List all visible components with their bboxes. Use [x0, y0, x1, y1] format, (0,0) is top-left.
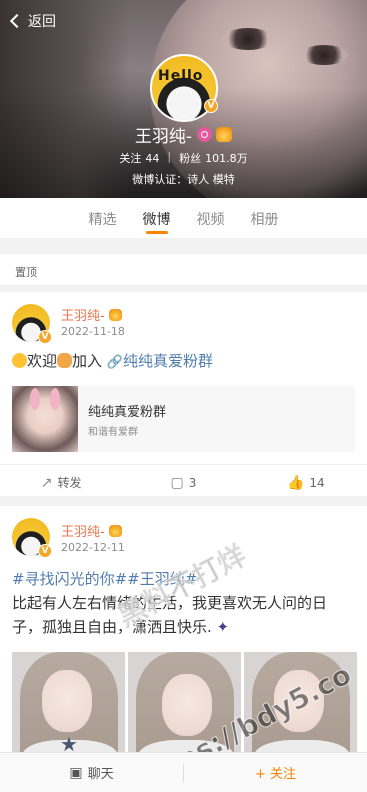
followers-count: 101.8万 — [205, 152, 248, 165]
pinned-header: 置顶 — [0, 254, 367, 286]
post-author[interactable]: 王羽纯- — [61, 305, 122, 324]
group-subtitle: 和谐有爱群 — [88, 427, 138, 438]
post-text-part: 欢迎 — [27, 352, 58, 370]
post-card: V 王羽纯- 2022-11-18 欢迎 加入 🔗纯纯真爱粉群 纯纯真爱粉群 和谐… — [0, 292, 367, 496]
sparkle-emoji-icon: ✦ — [211, 618, 230, 636]
following-count: 44 — [145, 152, 160, 165]
link-icon: 🔗 — [106, 355, 123, 370]
follow-button[interactable]: + 关注 — [184, 753, 367, 792]
post-author-name: 王羽纯- — [61, 525, 105, 540]
cover-eye — [222, 28, 274, 50]
group-card[interactable]: 纯纯真爱粉群 和谐有爱群 — [12, 386, 355, 452]
chat-button[interactable]: ▣ 聊天 — [0, 753, 183, 792]
verified-badge-icon: V — [38, 330, 52, 344]
verified-badge-icon: V — [38, 544, 52, 558]
post-avatar[interactable]: V — [12, 518, 52, 558]
followers-stat[interactable]: 粉丝 101.8万 — [179, 150, 248, 166]
group-thumbnail — [12, 386, 78, 452]
post-card: V 王羽纯- 2022-12-11 #寻找闪光的你##王羽纯# 比起有人左右情绪… — [0, 506, 367, 766]
bunny-ear — [30, 388, 40, 410]
tab-album[interactable]: 相册 — [251, 198, 279, 238]
post-date: 2022-12-11 — [61, 541, 125, 554]
clap-emoji-icon — [57, 353, 73, 368]
following-stat[interactable]: 关注 44 — [119, 150, 159, 166]
tab-weibo[interactable]: 微博 — [143, 198, 171, 238]
bottom-bar: ▣ 聊天 + 关注 — [0, 752, 367, 792]
post-text: 欢迎 加入 🔗纯纯真爱粉群 — [12, 349, 355, 375]
comment-icon: ▢ — [170, 474, 184, 491]
post-author-name: 王羽纯- — [61, 309, 105, 324]
comment-button[interactable]: ▢ 3 — [122, 465, 244, 500]
bunny-ear — [50, 388, 60, 410]
verified-badge-icon: V — [204, 99, 218, 113]
post-date: 2022-11-18 — [61, 325, 125, 338]
post-text-part: 加入 — [72, 352, 103, 370]
profile-stats: 关注 44 | 粉丝 101.8万 — [0, 150, 367, 166]
comment-count: 3 — [188, 475, 197, 490]
pink-badge-icon[interactable] — [197, 127, 213, 142]
chat-icon: ▣ — [69, 764, 83, 781]
followers-label: 粉丝 — [179, 152, 202, 165]
crown-badge-icon — [108, 308, 122, 321]
smile-emoji-icon — [12, 353, 27, 368]
profile-tabs: 精选 微博 视频 相册 — [0, 198, 367, 238]
verification-text: 微博认证：诗人 模特 — [132, 173, 235, 186]
repost-button[interactable]: ↗ 转发 — [0, 465, 122, 500]
tab-video[interactable]: 视频 — [197, 198, 225, 238]
crown-badge-icon — [108, 524, 122, 537]
post-avatar[interactable]: V — [12, 304, 52, 344]
repost-label: 转发 — [57, 476, 82, 490]
tab-featured[interactable]: 精选 — [89, 198, 117, 238]
group-link[interactable]: 纯纯真爱粉群 — [123, 352, 213, 370]
profile-name: 王羽纯- — [134, 127, 193, 147]
following-label: 关注 — [119, 152, 142, 165]
repost-icon: ↗ — [40, 474, 53, 491]
photo-face — [42, 670, 92, 732]
thumbs-up-icon: 👍 — [286, 474, 305, 491]
back-label: 返回 — [28, 14, 56, 30]
photo-face — [162, 674, 212, 736]
stats-divider: | — [167, 150, 172, 163]
avatar-text: Hello — [158, 68, 204, 84]
chevron-left-icon — [9, 13, 25, 29]
profile-name-row: 王羽纯- — [0, 122, 367, 147]
post-photo[interactable]: ★ — [12, 652, 125, 766]
crown-badge-icon[interactable] — [216, 127, 233, 142]
cover-eye — [300, 45, 348, 65]
chat-label: 聊天 — [87, 767, 114, 782]
back-button[interactable]: 返回 — [9, 10, 56, 32]
follow-label: + 关注 — [254, 767, 297, 782]
group-title: 纯纯真爱粉群 — [88, 405, 167, 420]
post-author[interactable]: 王羽纯- — [61, 521, 122, 540]
